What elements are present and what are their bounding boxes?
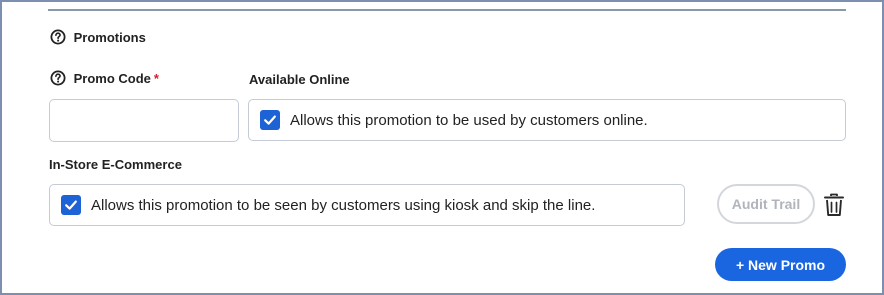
available-online-checkbox[interactable] [260,110,280,130]
section-title: Promotions [73,30,146,45]
required-mark: * [153,71,159,86]
in-store-ecommerce-label: In-Store E-Commerce [49,157,182,172]
in-store-ecommerce-checkbox[interactable] [61,195,81,215]
promotions-panel: Promotions Promo Code * Available Online … [0,0,884,295]
promo-code-label: Promo Code * [50,70,159,86]
available-online-label: Available Online [249,72,350,87]
new-promo-button[interactable]: + New Promo [715,248,846,281]
in-store-ecommerce-option[interactable]: Allows this promotion to be seen by cust… [49,184,685,226]
promo-code-label-text: Promo Code [73,71,151,86]
in-store-ecommerce-text: Allows this promotion to be seen by cust… [91,196,596,214]
available-online-text: Allows this promotion to be used by cust… [290,111,648,129]
available-online-option[interactable]: Allows this promotion to be used by cust… [248,99,846,141]
audit-trail-button[interactable]: Audit Trail [717,184,815,224]
checkmark-icon [264,115,276,125]
trash-icon[interactable] [823,193,845,217]
help-icon[interactable] [50,29,66,45]
divider [48,9,846,11]
checkmark-icon [65,200,77,210]
help-icon[interactable] [50,70,66,86]
promo-code-input[interactable] [49,99,239,142]
section-heading: Promotions [50,29,146,45]
